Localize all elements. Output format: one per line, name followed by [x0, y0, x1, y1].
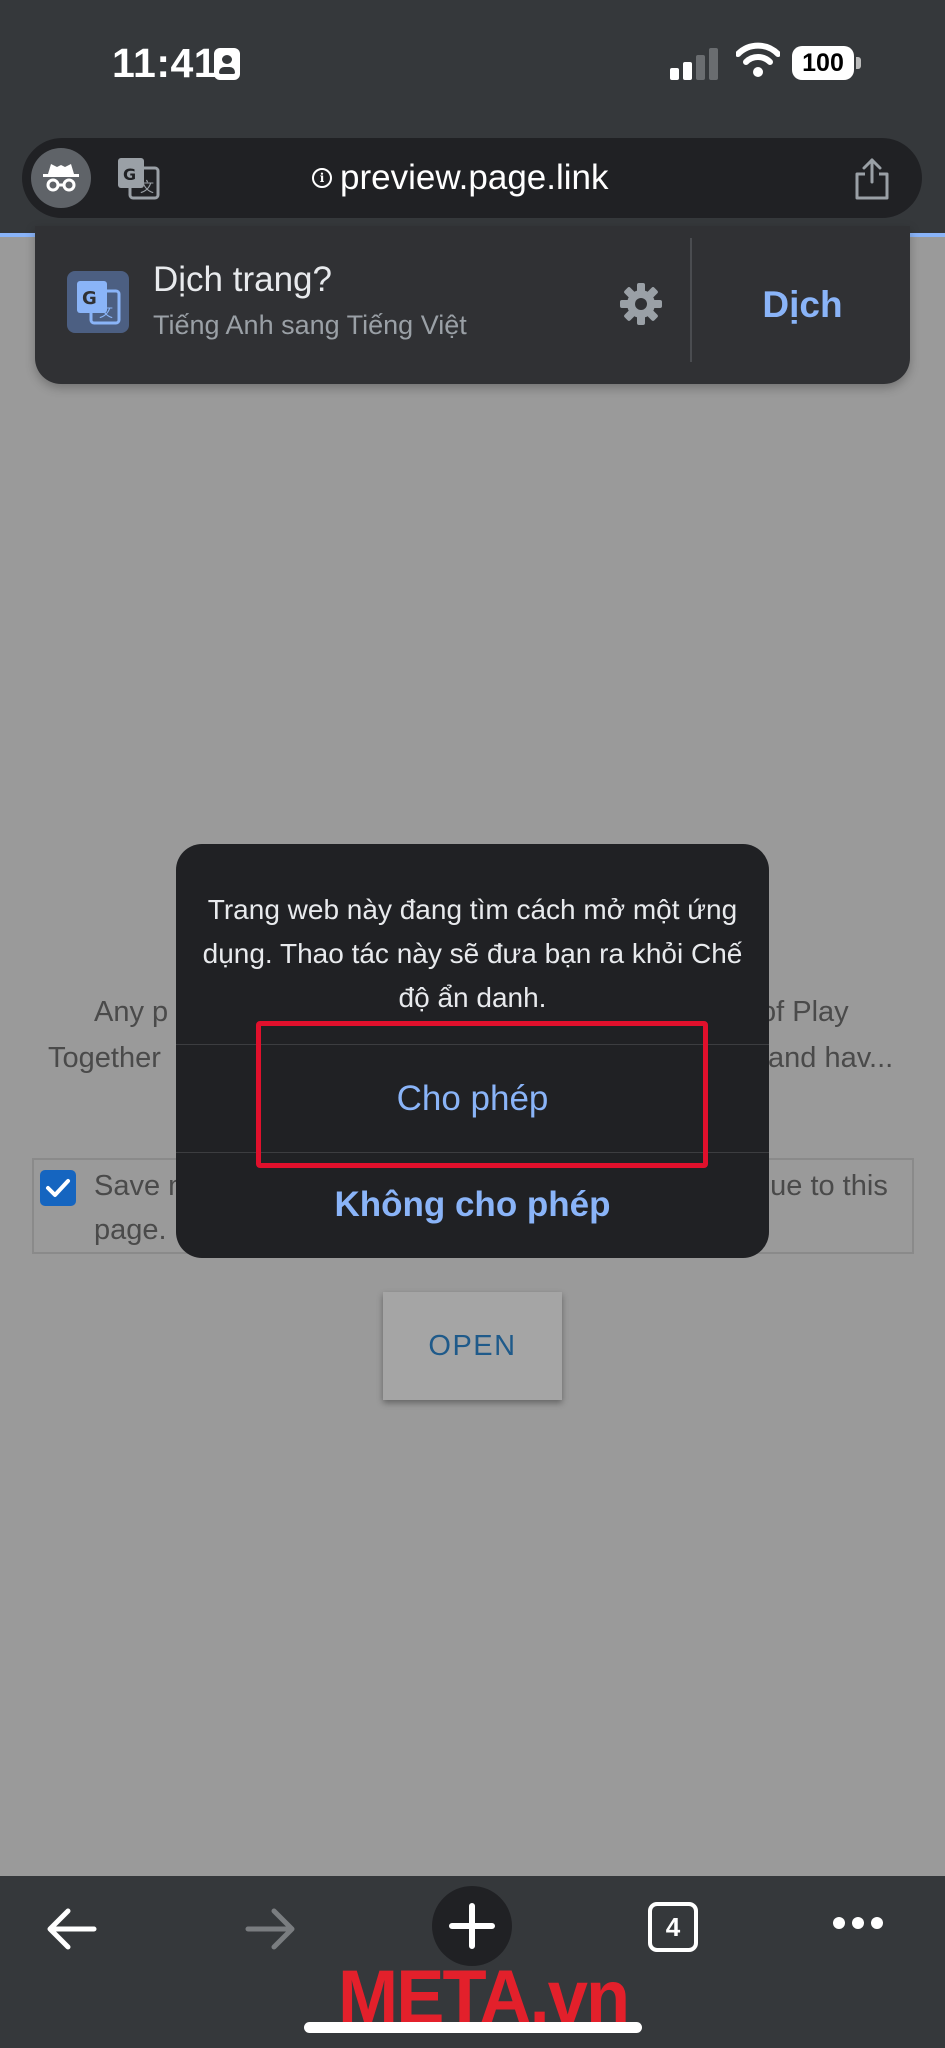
battery-indicator: 100	[792, 46, 862, 80]
battery-level: 100	[792, 46, 854, 80]
share-icon[interactable]	[852, 156, 892, 200]
page-text-line1-left: Any p	[94, 996, 169, 1028]
open-button[interactable]: OPEN	[383, 1292, 562, 1400]
info-icon[interactable]: i	[312, 168, 332, 188]
gear-icon[interactable]	[619, 282, 663, 326]
deny-button[interactable]: Không cho phép	[176, 1153, 769, 1257]
tab-switcher-button[interactable]: 4	[648, 1902, 698, 1952]
svg-text:G: G	[82, 288, 97, 309]
address-bar[interactable]: G 文 i preview.page.link	[22, 138, 922, 218]
cellular-signal-icon	[670, 48, 720, 80]
contact-card-icon	[214, 48, 240, 80]
checkmark-icon	[46, 1179, 70, 1197]
browser-top-chrome: 11:41 100 G 文 i preview.page.link	[0, 0, 945, 237]
translate-infobar: G 文 Dịch trang? Tiếng Anh sang Tiếng Việ…	[35, 226, 910, 384]
checkbox-label-line2: page.	[94, 1214, 167, 1246]
svg-text:文: 文	[99, 305, 113, 321]
translate-divider	[690, 238, 692, 362]
highlight-annotation-box	[256, 1021, 708, 1168]
more-options-icon[interactable]	[832, 1916, 884, 1930]
url-display[interactable]: i preview.page.link	[312, 138, 609, 218]
bottom-toolbar: 4 META.vn	[0, 1876, 945, 2048]
checkbox-label-right: nue to this	[754, 1170, 888, 1202]
page-text-line2-left: Together	[48, 1042, 161, 1074]
svg-text:文: 文	[140, 180, 154, 196]
battery-tip	[856, 57, 861, 69]
translate-button[interactable]: Dịch	[695, 226, 910, 384]
status-bar: 11:41 100	[0, 0, 945, 128]
translate-icon[interactable]: G 文	[116, 156, 160, 200]
status-time: 11:41	[112, 40, 218, 86]
incognito-icon[interactable]	[31, 148, 91, 208]
back-arrow-icon[interactable]	[44, 1904, 98, 1954]
google-translate-icon: G 文	[67, 271, 129, 333]
wifi-icon	[736, 42, 780, 77]
home-indicator[interactable]	[304, 2022, 642, 2033]
svg-text:G: G	[123, 165, 136, 184]
translate-language-pair: Tiếng Anh sang Tiếng Việt	[153, 310, 467, 340]
page-text-line1-right: of Play	[760, 996, 849, 1028]
page-text-line2-right: and hav...	[768, 1042, 894, 1074]
save-preference-checkbox[interactable]	[40, 1170, 76, 1206]
translate-title: Dịch trang?	[153, 260, 332, 299]
dialog-message: Trang web này đang tìm cách mở một ứng d…	[202, 894, 743, 1013]
url-text: preview.page.link	[340, 158, 609, 197]
forward-arrow-icon[interactable]	[244, 1904, 298, 1954]
